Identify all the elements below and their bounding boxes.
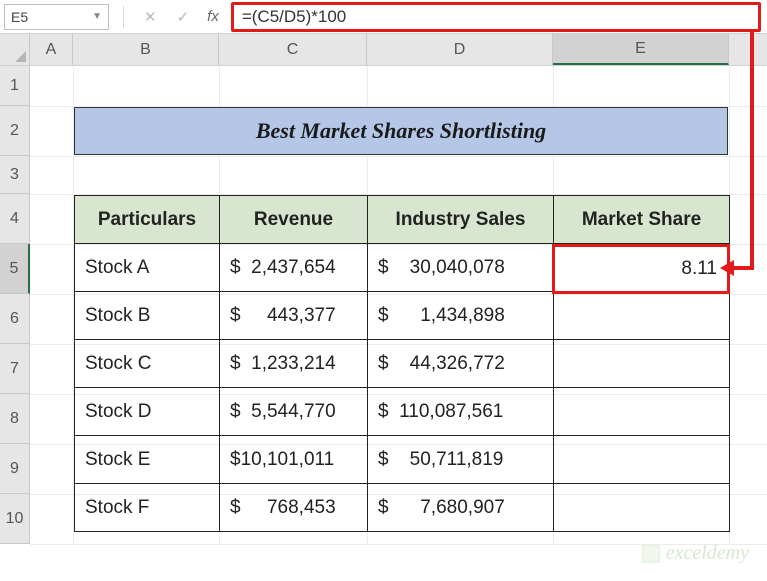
th-particulars: Particulars <box>75 196 220 244</box>
row-header-6[interactable]: 6 <box>0 294 30 344</box>
row-header-2[interactable]: 2 <box>0 106 30 156</box>
worksheet[interactable]: Best Market Shares Shortlisting Particul… <box>30 66 767 544</box>
cell-market[interactable] <box>554 484 730 532</box>
accept-formula-icon[interactable]: ✓ <box>171 8 196 26</box>
cell-revenue[interactable]: $ 768,453 <box>220 484 368 532</box>
row-header-9[interactable]: 9 <box>0 444 30 494</box>
cell-market[interactable] <box>554 340 730 388</box>
table-row: Stock B $ 443,377 $ 1,434,898 <box>75 292 730 340</box>
cell-industry[interactable]: $ 110,087,561 <box>368 388 554 436</box>
title-banner: Best Market Shares Shortlisting <box>74 107 728 155</box>
row-header-3[interactable]: 3 <box>0 156 30 194</box>
th-industry: Industry Sales <box>368 196 554 244</box>
table-row: Stock D $ 5,544,770 $ 110,087,561 <box>75 388 730 436</box>
row-header-4[interactable]: 4 <box>0 194 30 244</box>
chevron-down-icon: ▼ <box>92 11 102 22</box>
cell-particulars[interactable]: Stock D <box>75 388 220 436</box>
cancel-formula-icon[interactable]: ✕ <box>138 8 163 26</box>
cell-industry[interactable]: $ 30,040,078 <box>368 244 554 292</box>
table-row: Stock C $ 1,233,214 $ 44,326,772 <box>75 340 730 388</box>
cell-particulars[interactable]: Stock F <box>75 484 220 532</box>
cell-particulars[interactable]: Stock A <box>75 244 220 292</box>
th-market: Market Share <box>554 196 730 244</box>
name-box[interactable]: E5 ▼ <box>4 4 109 30</box>
cell-particulars[interactable]: Stock E <box>75 436 220 484</box>
th-revenue: Revenue <box>220 196 368 244</box>
row-header-5[interactable]: 5 <box>0 244 30 294</box>
cell-revenue[interactable]: $10,101,011 <box>220 436 368 484</box>
cell-market[interactable] <box>554 388 730 436</box>
data-table: Particulars Revenue Industry Sales Marke… <box>74 195 730 532</box>
name-box-value: E5 <box>11 9 28 25</box>
col-header-B[interactable]: B <box>73 34 219 65</box>
formula-value: =(C5/D5)*100 <box>242 7 346 27</box>
fx-icon[interactable]: fx <box>203 8 223 25</box>
col-header-A[interactable]: A <box>30 34 73 65</box>
cell-particulars[interactable]: Stock C <box>75 340 220 388</box>
cell-revenue[interactable]: $ 443,377 <box>220 292 368 340</box>
row-header-10[interactable]: 10 <box>0 494 30 544</box>
cell-particulars[interactable]: Stock B <box>75 292 220 340</box>
spreadsheet-icon <box>640 543 662 565</box>
table-row: Stock A $ 2,437,654 $ 30,040,078 <box>75 244 730 292</box>
table-row: Stock F $ 768,453 $ 7,680,907 <box>75 484 730 532</box>
divider <box>123 6 124 28</box>
cell-industry[interactable]: $ 50,711,819 <box>368 436 554 484</box>
row-headers: 1 2 3 4 5 6 7 8 9 10 <box>0 66 30 544</box>
watermark: exceldemy <box>640 542 749 565</box>
col-header-E[interactable]: E <box>553 34 729 65</box>
row-header-7[interactable]: 7 <box>0 344 30 394</box>
cell-market[interactable] <box>554 244 730 292</box>
cell-market[interactable] <box>554 292 730 340</box>
table-header-row: Particulars Revenue Industry Sales Marke… <box>75 196 730 244</box>
select-all-corner[interactable] <box>0 34 30 65</box>
table-row: Stock E $10,101,011 $ 50,711,819 <box>75 436 730 484</box>
cell-industry[interactable]: $ 1,434,898 <box>368 292 554 340</box>
formula-bar-row: E5 ▼ ✕ ✓ fx =(C5/D5)*100 <box>0 0 767 34</box>
cell-revenue[interactable]: $ 1,233,214 <box>220 340 368 388</box>
row-header-8[interactable]: 8 <box>0 394 30 444</box>
formula-input[interactable]: =(C5/D5)*100 <box>231 2 761 32</box>
cell-industry[interactable]: $ 44,326,772 <box>368 340 554 388</box>
cell-market[interactable] <box>554 436 730 484</box>
col-header-D[interactable]: D <box>367 34 553 65</box>
cell-revenue[interactable]: $ 2,437,654 <box>220 244 368 292</box>
col-header-C[interactable]: C <box>219 34 367 65</box>
cell-industry[interactable]: $ 7,680,907 <box>368 484 554 532</box>
row-header-1[interactable]: 1 <box>0 66 30 106</box>
cell-revenue[interactable]: $ 5,544,770 <box>220 388 368 436</box>
column-headers: A B C D E <box>0 34 767 66</box>
